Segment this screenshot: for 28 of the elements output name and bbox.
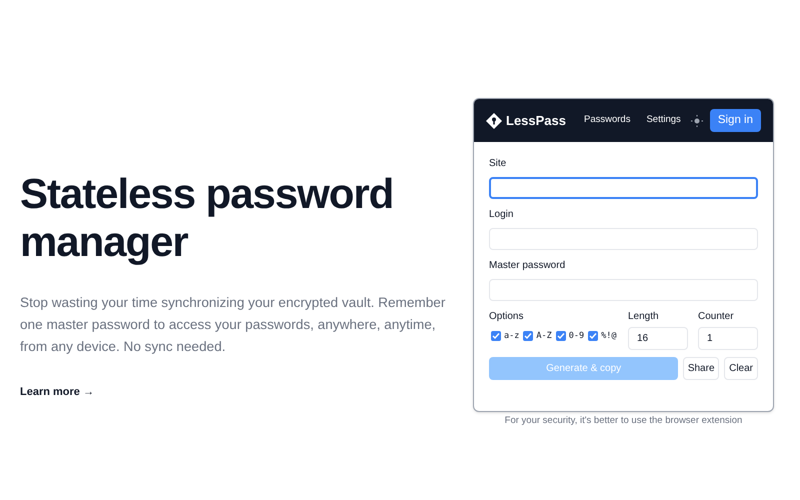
- option-label: %!@: [601, 330, 616, 343]
- clear-button[interactable]: Clear: [724, 357, 758, 380]
- option-label: 0-9: [568, 330, 584, 343]
- key-logo-icon: [486, 112, 502, 128]
- nav-link[interactable]: Passwords: [584, 113, 630, 128]
- checkbox[interactable]: [491, 331, 501, 342]
- nav-link[interactable]: Settings: [646, 113, 681, 128]
- learn-more-link[interactable]: Learn more →: [20, 384, 94, 400]
- counter-field[interactable]: 1: [698, 327, 758, 350]
- field-label: Login: [489, 208, 514, 222]
- share-button[interactable]: Share: [683, 357, 720, 380]
- checkbox[interactable]: [556, 331, 566, 342]
- sign-in-button[interactable]: Sign in: [710, 109, 761, 132]
- option-label: a-z: [504, 330, 520, 343]
- app-logo-text: LessPass: [506, 112, 566, 130]
- length-label: Length: [628, 310, 660, 324]
- checkbox[interactable]: [588, 331, 598, 342]
- field-label: Master password: [489, 259, 566, 273]
- length-field[interactable]: 16: [628, 327, 688, 350]
- hero-title: Stateless password manager: [20, 170, 394, 266]
- security-note: For your security, it's better to use the browser extension: [504, 414, 742, 428]
- counter-label: Counter: [698, 310, 735, 324]
- hero-description: Stop wasting your time synchronizing your encrypted vault. Remember one master password to access your passwords, anywhere, anytime, from any device. No sync needed.: [20, 294, 446, 356]
- option-label: A-Z: [536, 330, 552, 343]
- input-field[interactable]: [489, 177, 758, 199]
- options-label: Options: [489, 310, 524, 324]
- field-label: Site: [489, 157, 508, 171]
- checkbox[interactable]: [523, 331, 534, 342]
